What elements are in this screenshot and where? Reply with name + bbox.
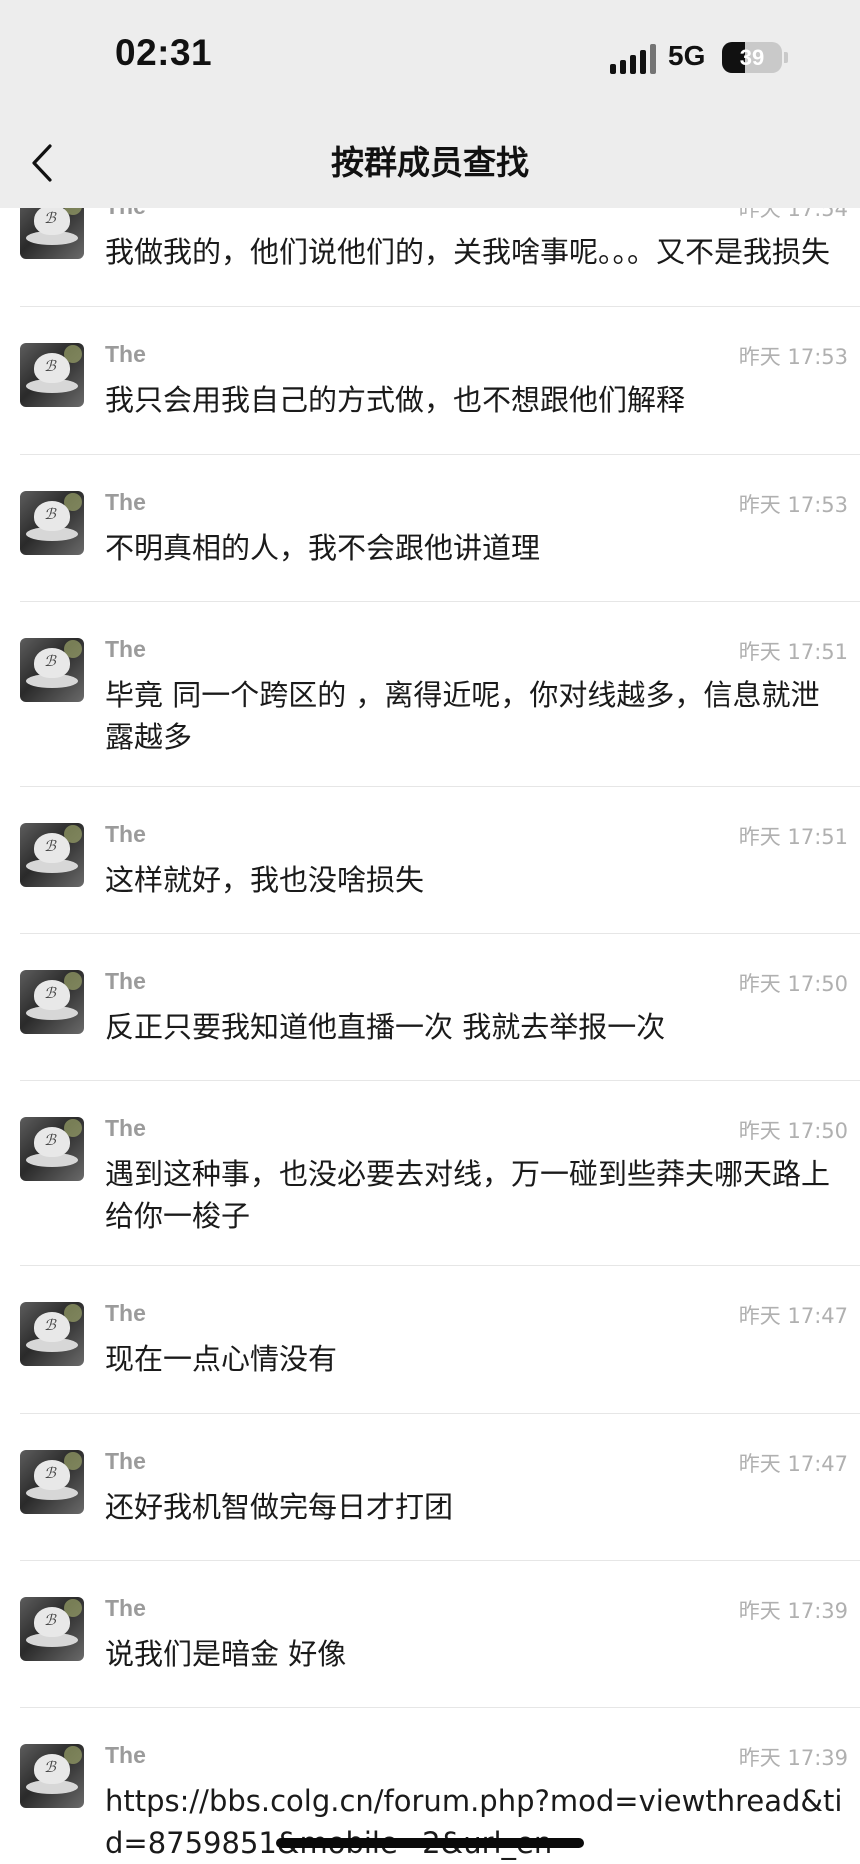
message-row[interactable]: ℬ The 昨天 17:39 https://bbs.colg.cn/forum.ph…	[20, 1708, 860, 1860]
message-text: 遇到这种事，也没必要去对线，万一碰到些莽夫哪天路上给你一梭子	[105, 1157, 831, 1233]
sender-name: The	[105, 1742, 146, 1768]
message-text: 还好我机智做完每日才打团	[105, 1490, 454, 1524]
sender-name: The	[105, 489, 146, 515]
message-row[interactable]: ℬ The 昨天 17:53 我只会用我自己的方式做，也不想跟他们解释	[20, 307, 860, 455]
message-row[interactable]: ℬ The 昨天 17:39 说我们是暗金 好像	[20, 1561, 860, 1708]
avatar[interactable]: ℬ	[20, 1302, 84, 1366]
message-timestamp: 昨天 17:47	[738, 1304, 848, 1328]
message-row[interactable]: ℬ The 昨天 17:51 毕竟 同一个跨区的 ，离得近呢，你对线越多，信息就泄露越…	[20, 602, 860, 787]
message-text: https://bbs.colg.cn/forum.php?mod=viewth…	[105, 1784, 843, 1860]
signal-strength-icon	[610, 44, 656, 74]
message-text: 说我们是暗金 好像	[105, 1637, 347, 1671]
message-list: ℬThe昨天 17:54我做我的，他们说他们的，关我啥事呢。。。又不是我损失ℬT…	[0, 159, 860, 1860]
message-text: 现在一点心情没有	[105, 1342, 338, 1376]
avatar[interactable]: ℬ	[20, 1450, 84, 1514]
network-type: 5G	[668, 40, 706, 71]
avatar[interactable]: ℬ	[20, 491, 84, 555]
message-text: 这样就好，我也没啥损失	[105, 863, 425, 897]
battery-icon: 39	[722, 42, 782, 73]
message-row[interactable]: ℬ The 昨天 17:47 现在一点心情没有	[20, 1266, 860, 1414]
navigation-header: 02:31 5G 39 按群成员查找	[0, 0, 860, 208]
avatar[interactable]: ℬ	[20, 1744, 84, 1808]
message-text: 我只会用我自己的方式做，也不想跟他们解释	[105, 383, 686, 417]
sender-name: The	[105, 1448, 146, 1474]
message-text: 毕竟 同一个跨区的 ，离得近呢，你对线越多，信息就泄露越多	[105, 678, 820, 754]
avatar[interactable]: ℬ	[20, 638, 84, 702]
message-timestamp: 昨天 17:51	[738, 825, 848, 849]
message-timestamp: 昨天 17:39	[738, 1599, 848, 1623]
message-timestamp: 昨天 17:39	[738, 1746, 848, 1770]
message-row[interactable]: ℬ The 昨天 17:53 不明真相的人，我不会跟他讲道理	[20, 455, 860, 602]
message-timestamp: 昨天 17:50	[738, 1119, 848, 1143]
message-timestamp: 昨天 17:47	[738, 1452, 848, 1476]
message-text: 我做我的，他们说他们的，关我啥事呢。。。又不是我损失	[105, 235, 831, 269]
sender-name: The	[105, 1115, 146, 1141]
avatar[interactable]: ℬ	[20, 1597, 84, 1661]
sender-name: The	[105, 636, 146, 662]
sender-name: The	[105, 341, 146, 367]
message-timestamp: 昨天 17:50	[738, 972, 848, 996]
message-text: 不明真相的人，我不会跟他讲道理	[105, 531, 541, 565]
sender-name: The	[105, 1300, 146, 1326]
sender-name: The	[105, 1595, 146, 1621]
message-row[interactable]: ℬ The 昨天 17:50 遇到这种事，也没必要去对线，万一碰到些莽夫哪天路上给你一…	[20, 1081, 860, 1266]
message-timestamp: 昨天 17:51	[738, 640, 848, 664]
page-title: 按群成员查找	[331, 143, 529, 182]
message-row[interactable]: ℬ The 昨天 17:51 这样就好，我也没啥损失	[20, 787, 860, 934]
avatar[interactable]: ℬ	[20, 1117, 84, 1181]
sender-name: The	[105, 821, 146, 847]
battery-level: 39	[739, 45, 765, 70]
message-text: 反正只要我知道他直播一次 我就去举报一次	[105, 1010, 666, 1044]
home-indicator	[276, 1838, 584, 1848]
message-row[interactable]: ℬ The 昨天 17:47 还好我机智做完每日才打团	[20, 1414, 860, 1561]
avatar[interactable]: ℬ	[20, 970, 84, 1034]
avatar[interactable]: ℬ	[20, 823, 84, 887]
avatar[interactable]: ℬ	[20, 343, 84, 407]
battery-tip	[784, 52, 788, 63]
message-timestamp: 昨天 17:53	[738, 345, 848, 369]
message-row[interactable]: ℬ The 昨天 17:50 反正只要我知道他直播一次 我就去举报一次	[20, 934, 860, 1081]
message-timestamp: 昨天 17:53	[738, 493, 848, 517]
sender-name: The	[105, 968, 146, 994]
status-time: 02:31	[115, 32, 213, 73]
